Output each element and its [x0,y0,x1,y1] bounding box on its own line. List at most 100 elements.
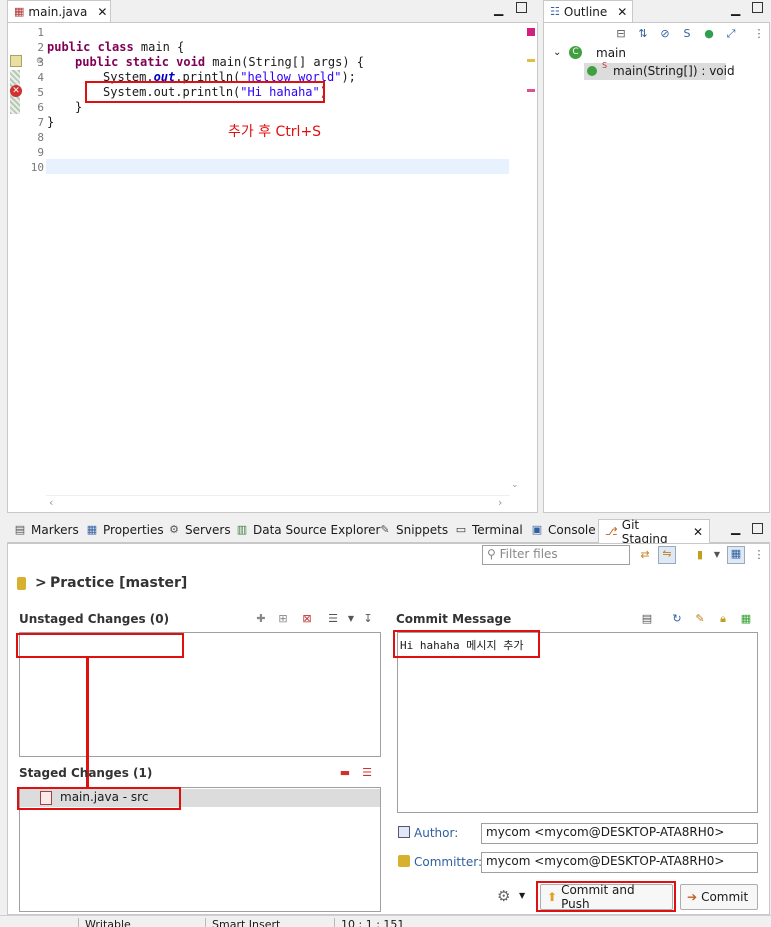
view-menu-icon[interactable]: ⋮ [752,27,766,41]
unstage-all-icon[interactable]: ☰ [360,766,374,780]
presentation-icon[interactable]: ☰ [326,612,340,626]
tab-git-staging[interactable]: ⎇ Git Staging ✕ [598,518,710,546]
commit-button[interactable]: ➔ Commit [680,884,758,910]
expand-icon[interactable]: ⌄ [553,47,561,58]
outline-class-name[interactable]: main [596,46,626,60]
vertical-scrollbar[interactable] [510,23,521,493]
repository-icon[interactable]: ▮ [693,548,707,562]
snippets-icon: ✎ [380,523,390,536]
stage-all-icon[interactable]: ⊞ [276,612,290,626]
line-number: 4 [37,71,44,84]
servers-icon: ⚙ [169,523,179,536]
line-number: 3 [37,56,44,69]
link-selection-icon[interactable]: ⇋ [658,546,676,564]
tab-data-source-explorer[interactable]: ▥ Data Source Explorer [235,523,381,537]
author-field[interactable]: mycom <mycom@DESKTOP-ATA8RH0> [481,823,758,844]
commit-message-textarea[interactable] [397,632,758,813]
tab-terminal[interactable]: ▭ Terminal [454,523,523,537]
amend-icon[interactable]: ↻ [670,612,684,626]
view-menu-icon[interactable]: ⋮ [752,548,766,562]
stage-icon[interactable]: ✚ [254,612,268,626]
outline-panel: ⊟ ⇅ ⊘ S ● ⤢ ⋮ ⌄ C main S main(String[]) … [543,22,770,513]
close-icon[interactable]: ✕ [617,5,627,19]
sort-icon[interactable]: ⇅ [636,27,650,41]
close-icon[interactable]: ✕ [97,5,107,19]
status-insert-mode: Smart Insert [205,918,280,927]
repo-title: Practice [master] [50,575,188,591]
filter-files-input[interactable]: ⚲ Filter files [482,545,630,565]
layout-toggle-icon[interactable]: ▦ [727,546,745,564]
tab-label: Outline [563,5,608,19]
status-writable: Writable [78,918,131,927]
dropdown-arrow-icon[interactable]: ▼ [344,612,358,626]
code-line-4: System.out.println("hellow world"); [103,70,356,84]
sort-icon[interactable]: ↧ [361,612,375,626]
line-number: 1 [37,26,44,39]
hide-static-icon[interactable]: S [680,27,694,41]
status-bar: Writable Smart Insert 10 : 1 : 151 [0,915,771,927]
error-icon: ✕ [10,85,22,97]
warning-marker-icon [10,55,22,67]
minimize-icon[interactable]: ▁ [731,2,740,16]
scroll-left-icon[interactable]: ‹ [49,496,53,509]
maximize-icon[interactable] [752,2,763,13]
commit-and-push-button[interactable]: ⬆ Commit and Push [540,883,673,911]
change-id-icon[interactable]: ▦ [739,612,753,626]
hide-nonpublic-icon[interactable]: ● [702,27,716,41]
commit-icon: ➔ [687,890,698,904]
outline-icon: ☷ [550,5,560,18]
line-number: 6 [37,101,44,114]
tab-markers[interactable]: ▤ Markers [13,523,79,537]
tab-console[interactable]: ▣ Console [530,523,596,537]
data-source-icon: ▥ [236,523,248,536]
status-position: 10 : 1 : 151 [334,918,404,927]
minimize-icon[interactable]: ▁ [494,2,503,16]
compare-mode-icon[interactable]: ⇄ [638,548,652,562]
committer-field[interactable]: mycom <mycom@DESKTOP-ATA8RH0> [481,852,758,873]
line-number: 8 [37,131,44,144]
minimize-icon[interactable]: ▁ [731,521,740,535]
code-line-5: System.out.println("Hi hahaha") [103,85,327,99]
tab-properties[interactable]: ▦ Properties [85,523,164,537]
unstaged-title: Unstaged Changes (0) [19,612,170,626]
collapse-all-icon[interactable]: ⊟ [614,27,628,41]
maximize-icon[interactable] [516,2,527,13]
code-line-2: public class main { [47,40,185,54]
line-number: 5 [37,86,44,99]
push-icon: ⬆ [547,890,558,904]
dropdown-arrow-icon[interactable]: ▼ [710,548,724,562]
remove-from-index-icon[interactable]: ⊠ [300,612,314,626]
java-file-icon [40,791,52,805]
line-number: 2 [37,41,44,54]
sign-commit-icon[interactable]: 🔒︎ [716,612,730,626]
tab-main-java[interactable]: ▦ main.java ✕ [7,0,111,23]
repo-prefix: > [35,575,47,591]
code-editor[interactable]: ✕ ⊖ 1 2 3 4 5 6 7 8 9 10 public class ma… [7,22,538,513]
horizontal-scrollbar[interactable] [46,495,510,511]
scroll-right-icon[interactable]: › [498,496,502,509]
current-line-highlight [46,159,509,174]
tab-outline[interactable]: ☷ Outline ✕ [543,0,633,23]
staged-item-label: main.java - src [60,790,149,804]
signed-off-icon[interactable]: ✎ [693,612,707,626]
spellcheck-icon[interactable]: ▤ [640,612,654,626]
settings-gear-icon[interactable]: ⚙ [497,887,510,905]
author-icon [398,826,410,838]
staged-title: Staged Changes (1) [19,766,153,780]
line-number: 9 [37,146,44,159]
maximize-icon[interactable] [752,523,763,534]
tab-servers[interactable]: ⚙ Servers [167,523,231,537]
warning-tick [527,59,535,62]
tab-snippets[interactable]: ✎ Snippets [378,523,448,537]
class-icon: C [569,46,582,59]
unstage-icon[interactable]: ▬ [338,766,352,780]
unstaged-list[interactable] [19,632,381,757]
hide-fields-icon[interactable]: ⊘ [658,27,672,41]
line-number: 7 [37,116,44,129]
line-number: 10 [30,161,44,174]
scroll-down-icon[interactable]: ⌄ [511,480,519,490]
close-icon[interactable]: ✕ [693,525,703,539]
overview-ruler [521,23,537,493]
dropdown-arrow-icon[interactable]: ▼ [519,891,525,900]
hide-local-types-icon[interactable]: ⤢ [724,27,738,41]
